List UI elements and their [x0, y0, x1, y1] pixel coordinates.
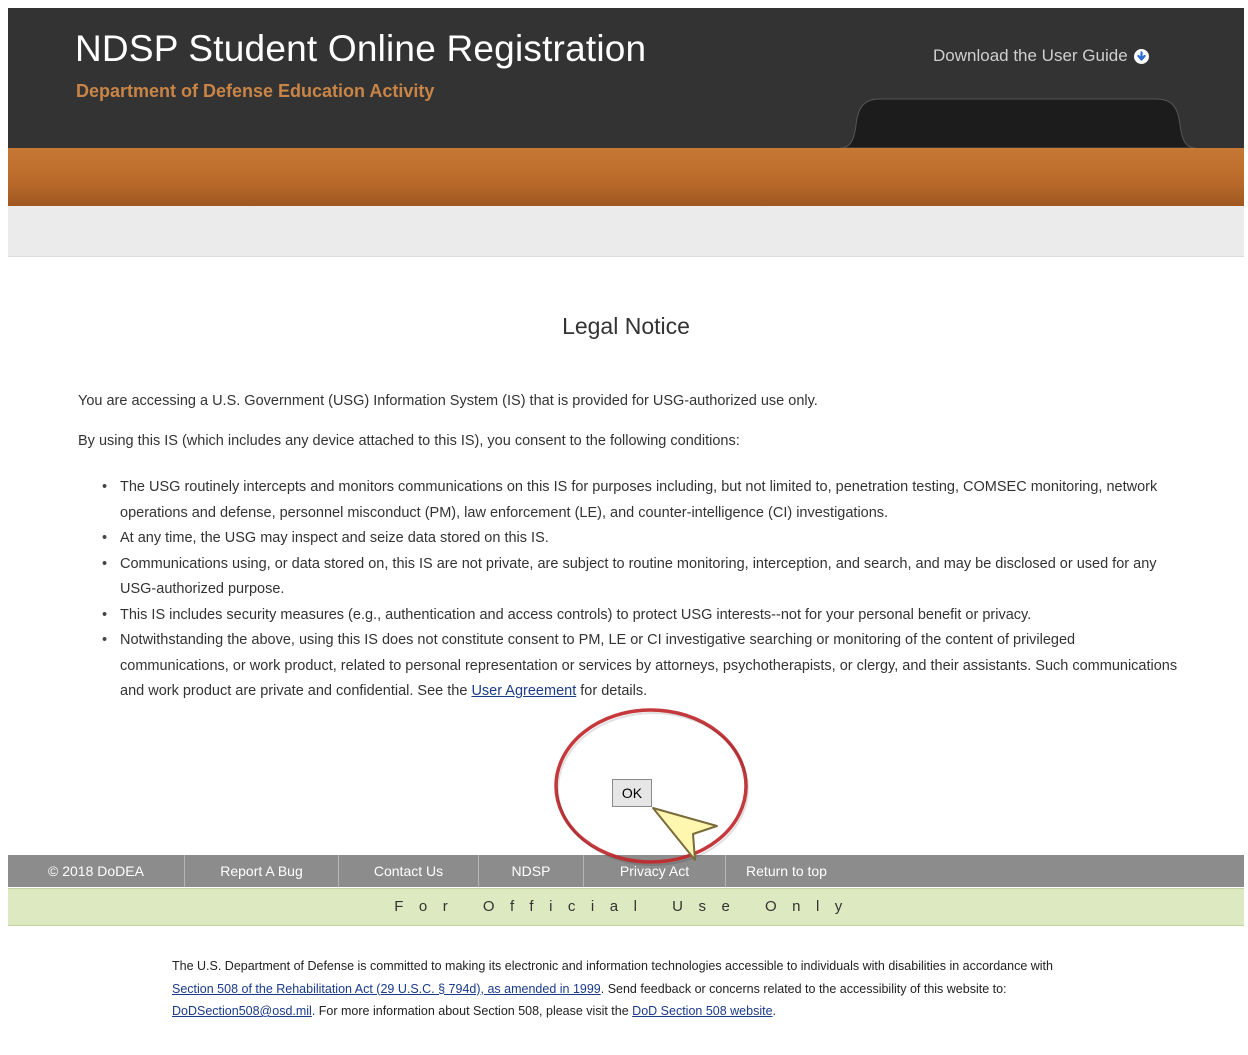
list-item: This IS includes security measures (e.g.… [102, 603, 1180, 629]
footer-privacy-act-link[interactable]: Privacy Act [584, 855, 726, 887]
list-item: Notwithstanding the above, using this IS… [102, 628, 1180, 705]
gray-subbar [8, 206, 1244, 257]
section508-act-link[interactable]: Section 508 of the Rehabilitation Act (2… [172, 982, 601, 996]
download-arrow-icon [1133, 48, 1149, 64]
notice-title: Legal Notice [562, 313, 690, 339]
section508-website-link[interactable]: DoD Section 508 website [632, 1004, 772, 1018]
accessibility-text-2: . Send feedback or concerns related to t… [600, 981, 1007, 996]
section508-email-link[interactable]: DoDSection508@osd.mil [172, 1004, 312, 1018]
last-condition-text: Notwithstanding the above, using this IS… [120, 632, 1178, 699]
fouo-banner: For Official Use Only [8, 888, 1244, 926]
footer-ndsp-link[interactable]: NDSP [479, 855, 584, 887]
app-subtitle: Department of Defense Education Activity [76, 81, 435, 101]
footer-copyright: © 2018 DoDEA [8, 855, 185, 887]
footer-contact-link[interactable]: Contact Us [339, 855, 479, 887]
header-tab-shape [840, 98, 1196, 148]
orange-banner [8, 148, 1244, 206]
list-item: At any time, the USG may inspect and sei… [102, 526, 1180, 552]
window-frame-right [1244, 0, 1248, 1055]
site-header: NDSP Student Online Registration Departm… [8, 8, 1244, 148]
download-user-guide-label: Download the User Guide [933, 46, 1128, 65]
app-title: NDSP Student Online Registration [75, 28, 647, 69]
footer-nav: © 2018 DoDEA Report A Bug Contact Us NDS… [8, 855, 1244, 887]
footer-report-bug-link[interactable]: Report A Bug [185, 855, 339, 887]
footer-return-top-link[interactable]: Return to top [726, 855, 847, 887]
conditions-list: The USG routinely intercepts and monitor… [102, 475, 1180, 705]
list-item: Communications using, or data stored on,… [102, 552, 1180, 603]
accessibility-statement: The U.S. Department of Defense is commit… [172, 955, 1092, 1023]
notice-consent: By using this IS (which includes any dev… [78, 433, 740, 449]
user-agreement-link[interactable]: User Agreement [471, 683, 576, 699]
window-frame-top [0, 0, 1248, 8]
ok-button[interactable]: OK [612, 779, 652, 807]
legal-notice-panel: Legal Notice You are accessing a U.S. Go… [8, 257, 1244, 855]
download-user-guide-link[interactable]: Download the User Guide [933, 46, 1149, 66]
last-condition-tail: for details. [580, 683, 648, 699]
list-item: The USG routinely intercepts and monitor… [102, 475, 1180, 526]
window-frame-left [0, 0, 8, 1055]
notice-intro: You are accessing a U.S. Government (USG… [78, 393, 818, 409]
accessibility-text-3: . For more information about Section 508… [311, 1004, 629, 1018]
accessibility-text-4: . [772, 1004, 777, 1018]
accessibility-text-1: The U.S. Department of Defense is commit… [172, 959, 1053, 973]
